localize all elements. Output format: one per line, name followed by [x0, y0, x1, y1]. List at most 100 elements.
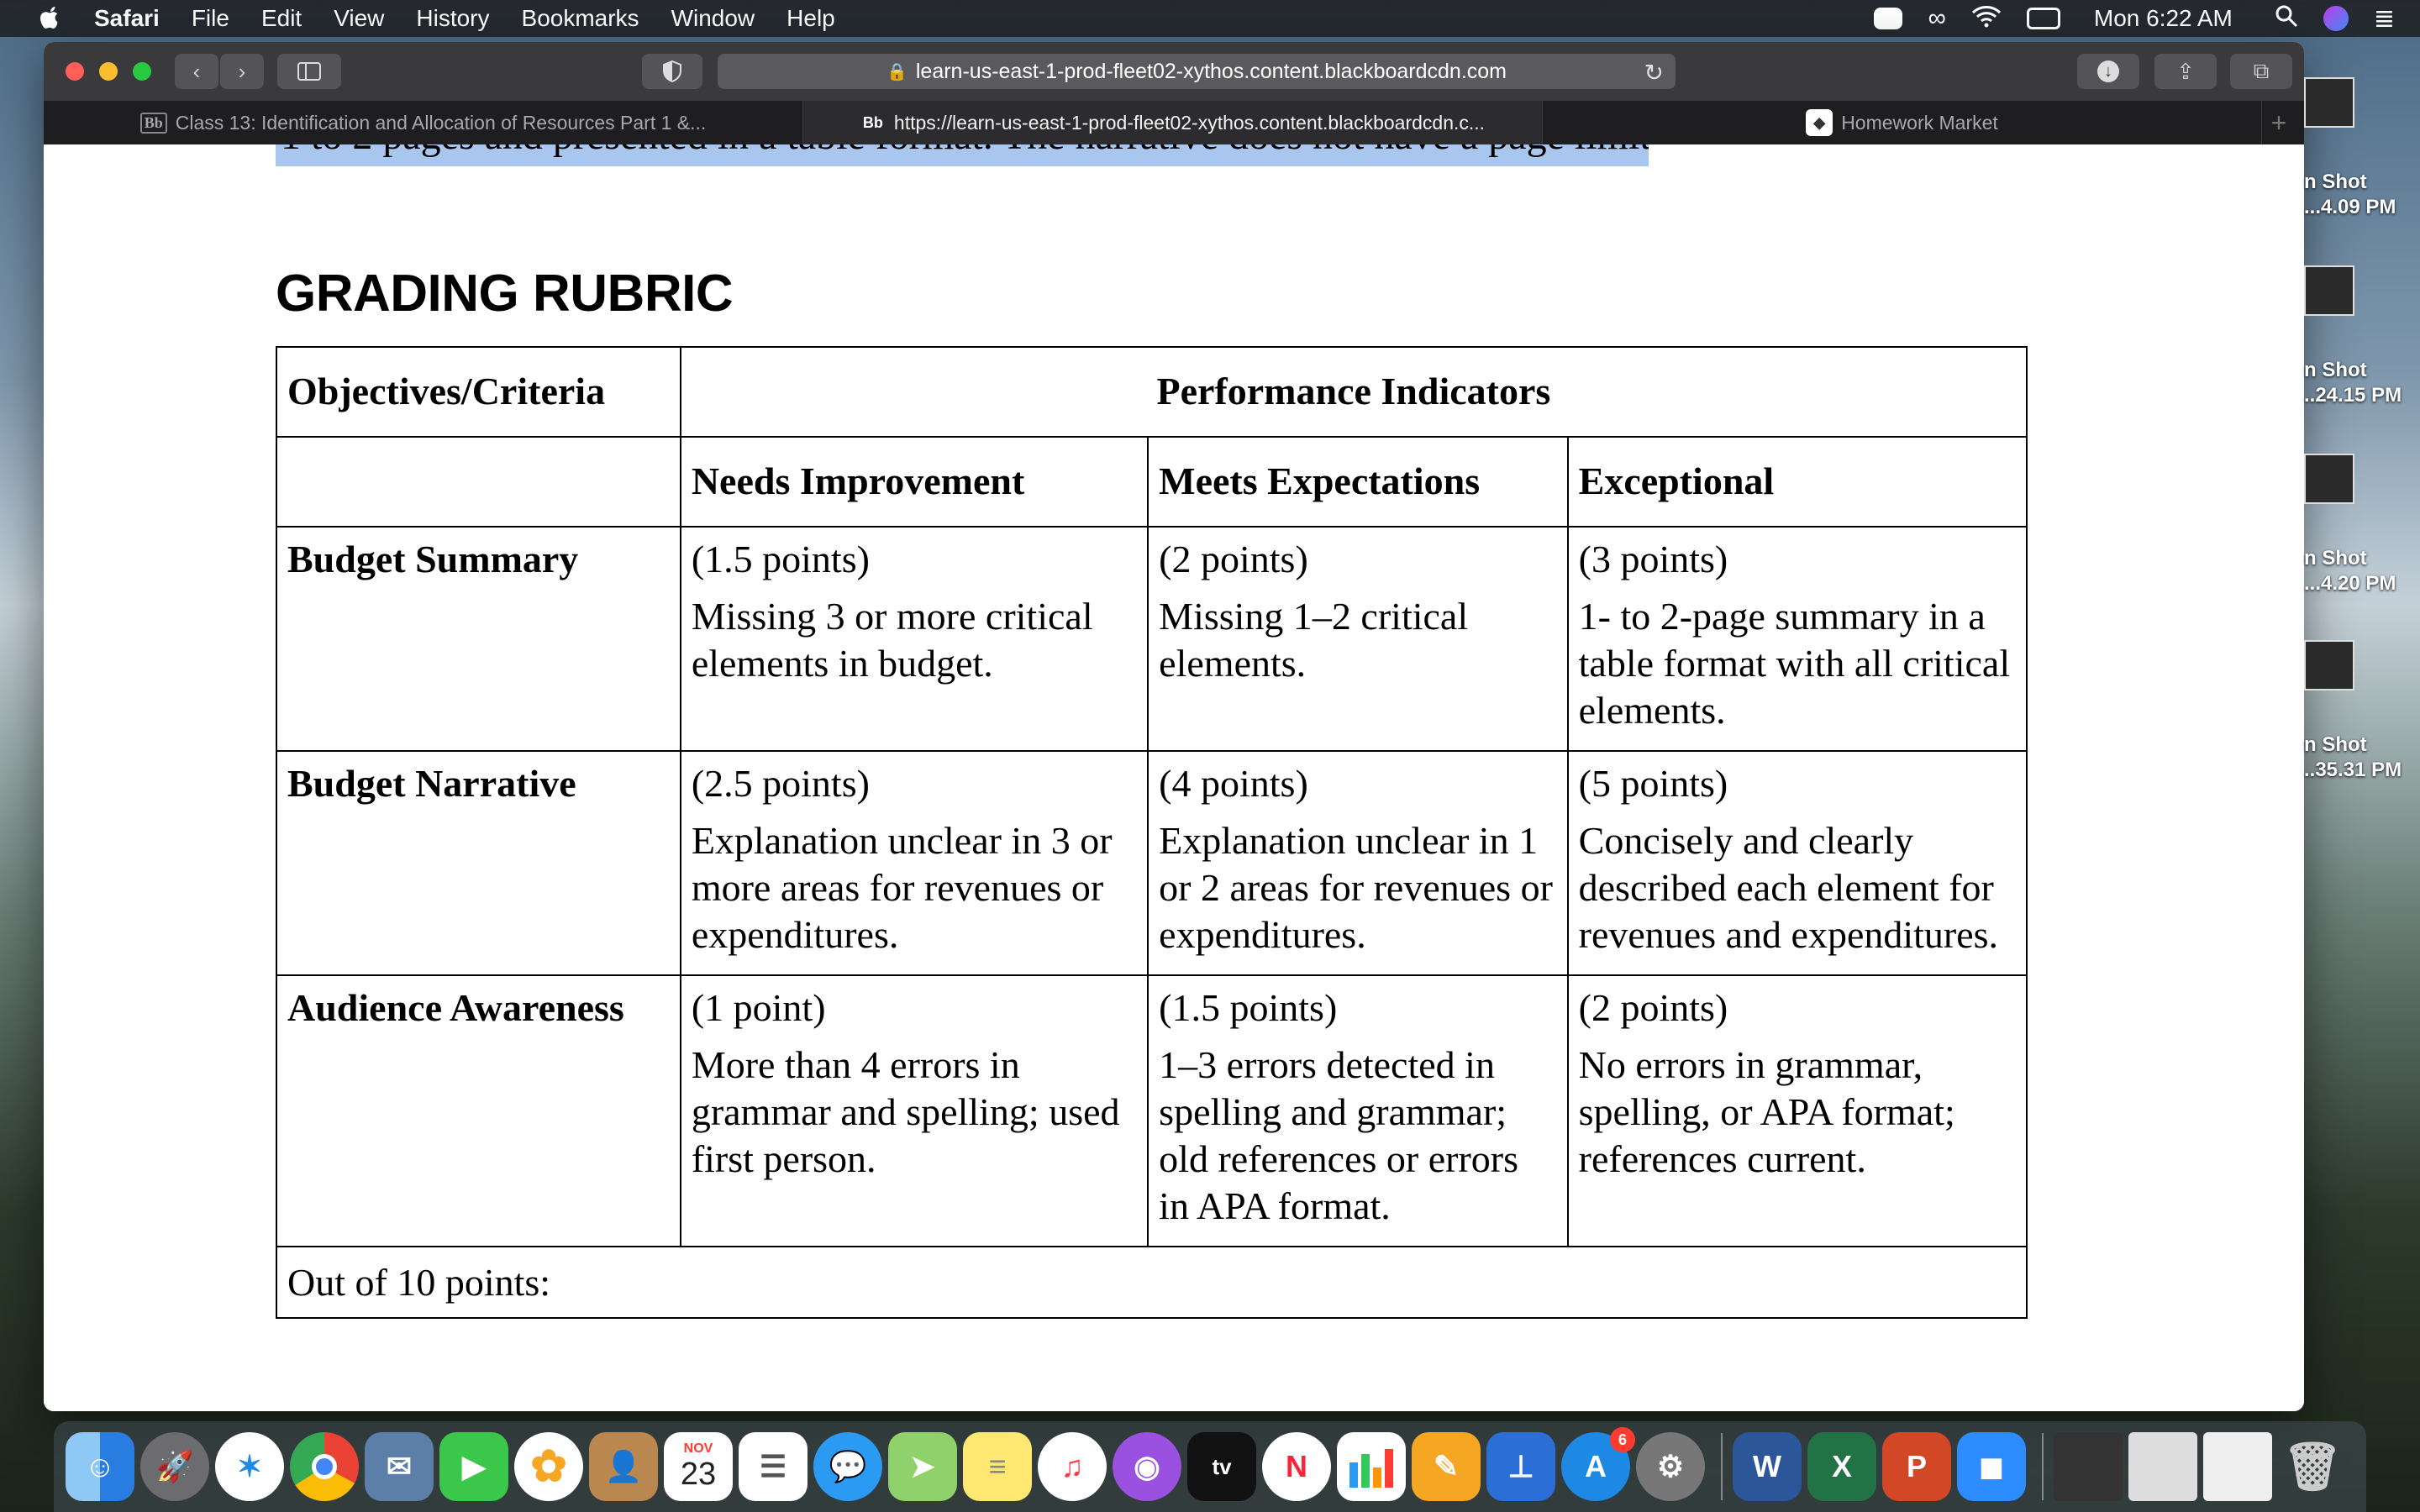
rubric-cell: (1 point) More than 4 errors in grammar a…	[679, 974, 1150, 1247]
photos-icon[interactable]: ✿	[514, 1432, 583, 1501]
safari-icon[interactable]: ✶	[215, 1432, 284, 1501]
tab-blackboard-document[interactable]: Bb https://learn-us-east-1-prod-fleet02-…	[803, 101, 1543, 144]
rubric-cell: (4 points) Explanation unclear in 1 or 2 …	[1147, 750, 1569, 976]
menu-file[interactable]: File	[192, 5, 229, 32]
music-icon[interactable]: ♫	[1038, 1432, 1107, 1501]
total-points-label: Out of 10 points:	[276, 1246, 2028, 1319]
close-window-button[interactable]	[66, 62, 84, 81]
screenshot-file-icon[interactable]	[2304, 454, 2354, 504]
recent-document-thumbnail[interactable]	[2128, 1432, 2197, 1501]
keynote-icon[interactable]: ⊥	[1486, 1432, 1555, 1501]
menu-bookmarks[interactable]: Bookmarks	[522, 5, 639, 32]
address-bar[interactable]: 🔒 learn-us-east-1-prod-fleet02-xythos.co…	[718, 54, 1676, 89]
spotlight-search-icon[interactable]	[2275, 4, 2298, 34]
apple-tv-icon[interactable]: tv	[1187, 1432, 1256, 1501]
app-store-icon[interactable]: A6	[1561, 1427, 1635, 1501]
screenshot-file-icon[interactable]	[2304, 265, 2354, 316]
dock-separator	[1721, 1433, 1723, 1500]
share-button[interactable]: ⇪	[2154, 54, 2217, 89]
cell-text: Missing 3 or more critical elements in b…	[691, 595, 1093, 685]
calendar-icon[interactable]: NOV 23	[664, 1432, 733, 1501]
podcasts-icon[interactable]: ◉	[1113, 1432, 1181, 1501]
notification-center-icon[interactable]: ≣	[2374, 4, 2395, 34]
tab-homework-market[interactable]: ◆ Homework Market	[1543, 101, 2262, 144]
zoom-icon[interactable]: ◼	[1957, 1432, 2026, 1501]
fullscreen-window-button[interactable]	[133, 62, 151, 81]
siri-icon[interactable]	[2323, 6, 2349, 31]
screenshot-file-icon[interactable]	[2304, 77, 2354, 128]
trash-icon[interactable]: 🗑	[2278, 1432, 2347, 1501]
downloads-button[interactable]: ↓	[2077, 54, 2139, 89]
excel-icon[interactable]: X	[1807, 1432, 1876, 1501]
notes-icon[interactable]: ≡	[963, 1432, 1032, 1501]
word-icon[interactable]: W	[1733, 1432, 1802, 1501]
reminders-icon[interactable]: ☰	[739, 1432, 808, 1501]
selected-text: 1 to 2 pages and presented in a table fo…	[276, 144, 1649, 158]
show-tabs-button[interactable]: ⧉	[2230, 54, 2292, 89]
mail-icon[interactable]: ✉	[365, 1432, 434, 1501]
maps-icon[interactable]: ➤	[888, 1432, 957, 1501]
screenshot-file-label[interactable]: n Shot ..24.15 PM	[2304, 358, 2413, 408]
level-meets-expectations: Meets Expectations	[1147, 436, 1569, 528]
creative-cloud-icon[interactable]: ∞	[1928, 4, 1945, 33]
forward-button[interactable]: ›	[220, 54, 264, 89]
table-level-row: Needs Improvement Meets Expectations Exc…	[276, 436, 2028, 528]
screenshot-file-icon[interactable]	[2304, 640, 2354, 690]
menu-edit[interactable]: Edit	[261, 5, 302, 32]
grading-rubric-table: Objectives/Criteria Performance Indicato…	[276, 346, 2028, 1319]
empty-cell	[276, 436, 681, 528]
rubric-cell: (3 points) 1- to 2-page summary in a tabl…	[1566, 526, 2028, 752]
menu-window[interactable]: Window	[671, 5, 755, 32]
rubric-cell: (1.5 points) 1–3 errors detected in spell…	[1147, 974, 1569, 1247]
wifi-icon[interactable]	[1971, 4, 2002, 34]
points-label: (1 point)	[691, 986, 826, 1029]
criterion-label: Budget Summary	[276, 526, 681, 752]
finder-icon[interactable]: ☺	[66, 1432, 134, 1501]
messages-icon[interactable]: 💬	[813, 1432, 882, 1501]
cell-text: More than 4 errors in grammar and spelli…	[691, 1043, 1120, 1180]
launchpad-icon[interactable]: 🚀	[140, 1432, 209, 1501]
app-store-badge: 6	[1610, 1427, 1635, 1452]
pages-icon[interactable]: ✎	[1412, 1432, 1481, 1501]
facetime-icon[interactable]: ▶	[439, 1432, 508, 1501]
sidebar-toggle-button[interactable]	[277, 54, 341, 89]
screen-record-icon[interactable]	[1874, 8, 1903, 29]
rubric-cell: (2.5 points) Explanation unclear in 3 or …	[679, 750, 1150, 976]
powerpoint-icon[interactable]: P	[1882, 1432, 1951, 1501]
privacy-report-button[interactable]	[642, 54, 702, 89]
contacts-icon[interactable]: 👤	[589, 1432, 658, 1501]
minimize-window-button[interactable]	[99, 62, 118, 81]
menu-app-name[interactable]: Safari	[94, 5, 160, 32]
menu-help[interactable]: Help	[786, 5, 835, 32]
screenshot-file-label[interactable]: n Shot ...4.20 PM	[2304, 546, 2413, 596]
tab-class-13[interactable]: Bb Class 13: Identification and Allocati…	[44, 101, 803, 144]
new-tab-button[interactable]: +	[2262, 101, 2296, 144]
battery-icon[interactable]	[2026, 8, 2060, 29]
homework-market-icon: ◆	[1806, 109, 1833, 136]
blackboard-favicon: Bb	[862, 113, 883, 131]
chrome-icon[interactable]	[290, 1432, 359, 1501]
reload-icon[interactable]: ↻	[1644, 59, 1664, 87]
rubric-cell: (2 points) Missing 1–2 critical elements.	[1147, 526, 1569, 752]
back-button[interactable]: ‹	[175, 54, 218, 89]
numbers-icon[interactable]	[1337, 1432, 1406, 1501]
apple-menu-icon[interactable]	[34, 3, 64, 34]
screenshot-file-label[interactable]: n Shot ..35.31 PM	[2304, 732, 2413, 783]
system-preferences-icon[interactable]: ⚙	[1636, 1432, 1705, 1501]
points-label: (4 points)	[1159, 762, 1308, 805]
recent-document-thumbnail[interactable]	[2203, 1432, 2272, 1501]
cell-text: 1- to 2-page summary in a table format w…	[1578, 595, 2011, 732]
points-label: (2 points)	[1159, 538, 1308, 580]
cell-text: Explanation unclear in 1 or 2 areas for …	[1159, 819, 1553, 956]
screenshot-file-label[interactable]: n Shot ...4.09 PM	[2304, 170, 2413, 220]
document-viewer[interactable]: 1 to 2 pages and presented in a table fo…	[44, 144, 2304, 1411]
menu-view[interactable]: View	[334, 5, 384, 32]
recent-document-thumbnail[interactable]	[2054, 1432, 2123, 1501]
dock-separator	[2042, 1433, 2044, 1500]
tabs-overview-icon: ⧉	[2253, 58, 2270, 83]
menubar-clock[interactable]: Mon 6:22 AM	[2094, 5, 2233, 32]
selected-text-line[interactable]: 1 to 2 pages and presented in a table fo…	[276, 144, 1649, 166]
news-icon[interactable]: N	[1262, 1432, 1331, 1501]
menu-history[interactable]: History	[416, 5, 489, 32]
tab-title: Class 13: Identification and Allocation …	[175, 111, 707, 134]
